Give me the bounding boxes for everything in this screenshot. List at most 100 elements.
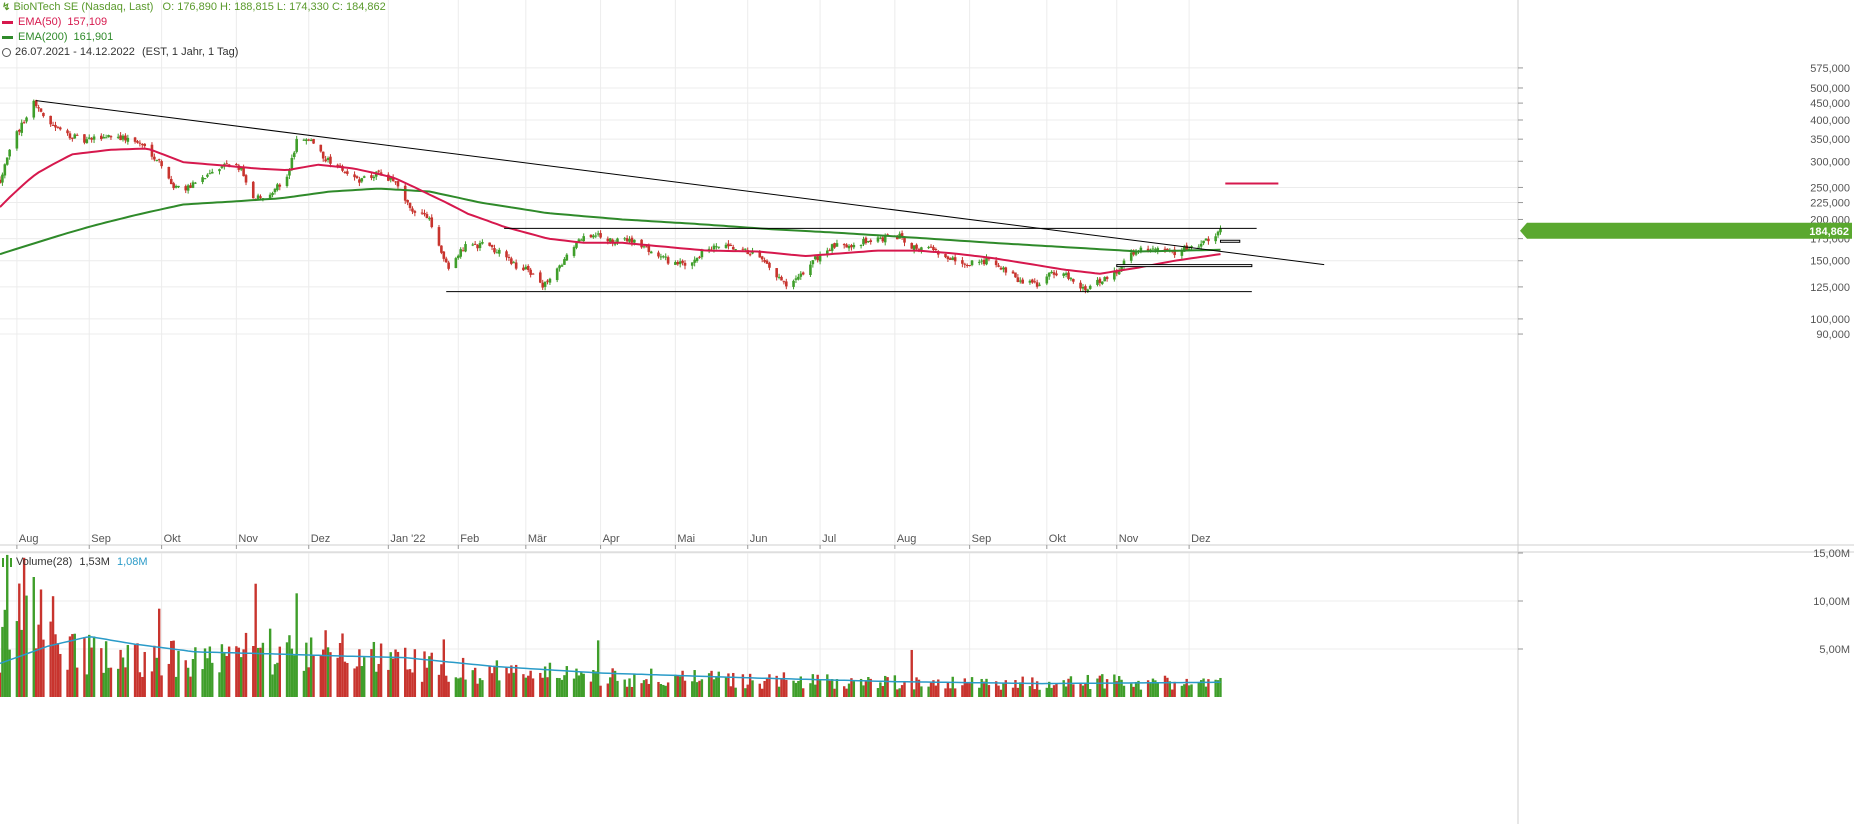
volume-bar xyxy=(606,683,610,697)
candle-body xyxy=(83,134,86,143)
candle-body xyxy=(744,248,747,250)
candle-body xyxy=(495,252,499,254)
volume-bar xyxy=(261,642,265,697)
volume-bar xyxy=(276,662,279,697)
volume-bar xyxy=(1021,676,1024,697)
candle-body xyxy=(372,176,376,179)
candle-body xyxy=(977,261,981,263)
volume-bar xyxy=(189,676,192,697)
volume-bar xyxy=(259,647,262,697)
price-zone xyxy=(1219,239,1241,243)
candle-body xyxy=(124,135,127,141)
candle-body xyxy=(876,237,880,242)
candle-body xyxy=(951,257,955,260)
volume-bar xyxy=(391,658,395,697)
candle-body xyxy=(290,157,294,170)
volume-bar xyxy=(898,688,901,697)
volume-bar xyxy=(1096,678,1099,697)
volume-bar xyxy=(184,660,187,697)
volume-bar xyxy=(782,672,786,697)
volume-bar xyxy=(20,629,23,697)
candle-body xyxy=(1028,280,1032,283)
candle-body xyxy=(768,262,771,268)
candle-body xyxy=(167,166,171,179)
legend-ema50[interactable]: EMA(50) 157,109 xyxy=(2,15,107,30)
volume-bar xyxy=(625,686,629,697)
candle-body xyxy=(970,260,974,266)
candle-body xyxy=(809,264,812,275)
candle-body xyxy=(842,244,846,246)
volume-bar xyxy=(1204,686,1208,697)
volume-bar xyxy=(966,682,969,697)
volume-bar xyxy=(886,677,889,697)
grid xyxy=(0,0,1518,697)
candle-body xyxy=(734,249,737,251)
volume-bar xyxy=(341,633,344,697)
volume-bar xyxy=(543,666,547,697)
stock-chart[interactable]: 575,000 500,000 450,000 400,000 350,000 300,0… xyxy=(0,0,1854,824)
candle-body xyxy=(324,159,327,162)
volume-bar xyxy=(1185,678,1188,697)
candle-body xyxy=(589,234,593,238)
volume-bar xyxy=(136,643,139,697)
candle-body xyxy=(695,258,699,262)
volume-bar xyxy=(1038,689,1041,697)
candle-body xyxy=(676,261,680,265)
candle-body xyxy=(136,141,139,143)
volume-bar xyxy=(242,649,245,697)
candle-body xyxy=(208,173,212,175)
candle-body xyxy=(980,260,983,262)
volume-bar xyxy=(633,673,636,697)
volume-bar xyxy=(539,672,542,697)
candle-body xyxy=(100,135,103,140)
volume-bar xyxy=(88,634,91,697)
candle-body xyxy=(526,266,530,270)
volume-bar xyxy=(1101,674,1104,697)
candle-body xyxy=(1002,267,1005,270)
legend-ema200[interactable]: EMA(200) 161,901 xyxy=(2,30,113,45)
ema200-swatch xyxy=(2,36,13,39)
volume-bar xyxy=(153,645,156,697)
volume-bar xyxy=(104,641,108,697)
volume-bar xyxy=(900,685,904,697)
time-tick-label: Okt xyxy=(164,533,181,545)
candle-body xyxy=(5,157,9,165)
candle-body xyxy=(579,239,583,241)
candle-body xyxy=(210,171,214,174)
volume-bar xyxy=(223,652,226,697)
candle-body xyxy=(1151,248,1155,250)
volume-bar xyxy=(227,646,231,697)
volume-bar xyxy=(934,685,938,697)
candle-body xyxy=(92,136,96,140)
candle-body xyxy=(17,130,21,132)
candle-body xyxy=(133,137,137,142)
candle-body xyxy=(932,246,935,251)
candle-body xyxy=(1052,272,1056,275)
volume-bar xyxy=(920,686,923,697)
candle-body xyxy=(54,124,57,128)
candle-body xyxy=(510,258,513,264)
volume-bar xyxy=(1033,689,1036,697)
candle-body xyxy=(816,256,819,261)
candle-body xyxy=(478,243,482,249)
candle-body xyxy=(1081,286,1085,289)
volume-bar xyxy=(1055,683,1058,697)
volume-bar xyxy=(454,677,458,697)
candle-body xyxy=(867,241,870,243)
candle-body xyxy=(731,246,735,250)
price-axis-labels: 575,000 500,000 450,000 400,000 350,000 300,0… xyxy=(1518,63,1850,341)
volume-bar xyxy=(1173,681,1176,697)
volume-bar xyxy=(765,677,769,697)
candle-body xyxy=(797,276,800,280)
volume-bar xyxy=(155,657,158,697)
candle-body xyxy=(645,246,648,248)
volume-bar xyxy=(478,678,482,697)
volume-bars xyxy=(0,554,1222,697)
candle-body xyxy=(599,233,602,238)
volume-bar xyxy=(1069,676,1073,697)
candle-body xyxy=(693,259,696,263)
candle-body xyxy=(633,239,636,243)
volume-bar xyxy=(191,659,195,697)
volume-bar xyxy=(85,674,89,697)
candle-body xyxy=(476,244,479,249)
